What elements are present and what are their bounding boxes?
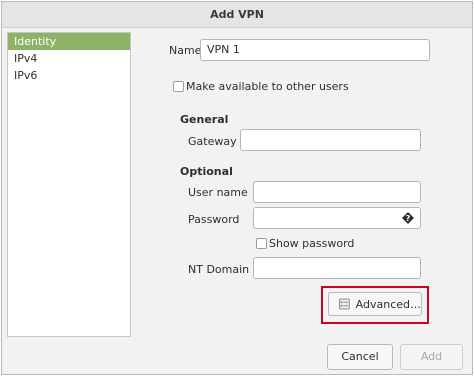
sidebar-item-ipv4[interactable]: IPv4 xyxy=(8,50,130,67)
password-label: Password xyxy=(188,213,240,226)
username-field[interactable] xyxy=(253,181,421,203)
password-field[interactable]: ? xyxy=(253,207,421,229)
ntdomain-field[interactable] xyxy=(253,257,421,279)
advanced-label: Advanced… xyxy=(355,297,421,311)
show-password-checkbox[interactable] xyxy=(256,238,267,249)
show-password-label: Show password xyxy=(269,237,355,250)
username-label: User name xyxy=(188,186,248,199)
settings-sheet-icon xyxy=(339,298,350,310)
ntdomain-label: NT Domain xyxy=(188,263,250,276)
advanced-button[interactable]: Advanced… xyxy=(328,292,422,316)
password-storage-icon[interactable]: ? xyxy=(402,212,414,224)
sidebar-item-ipv6[interactable]: IPv6 xyxy=(8,67,130,84)
general-heading: General xyxy=(180,113,229,126)
window-title: Add VPN xyxy=(2,2,472,28)
sidebar: Identity IPv4 IPv6 xyxy=(7,32,131,337)
add-button[interactable]: Add xyxy=(400,344,463,370)
cancel-button[interactable]: Cancel xyxy=(327,344,393,370)
optional-heading: Optional xyxy=(180,165,233,178)
gateway-field[interactable] xyxy=(240,129,421,151)
add-vpn-dialog: Add VPN Identity IPv4 IPv6 Name VPN 1 Ma… xyxy=(1,1,473,375)
make-available-checkbox[interactable] xyxy=(173,81,184,92)
name-label: Name xyxy=(169,44,202,57)
svg-text:?: ? xyxy=(406,214,411,223)
make-available-label: Make available to other users xyxy=(186,80,349,93)
sidebar-item-identity[interactable]: Identity xyxy=(8,33,130,50)
gateway-label: Gateway xyxy=(188,135,237,148)
name-field[interactable]: VPN 1 xyxy=(200,39,430,61)
